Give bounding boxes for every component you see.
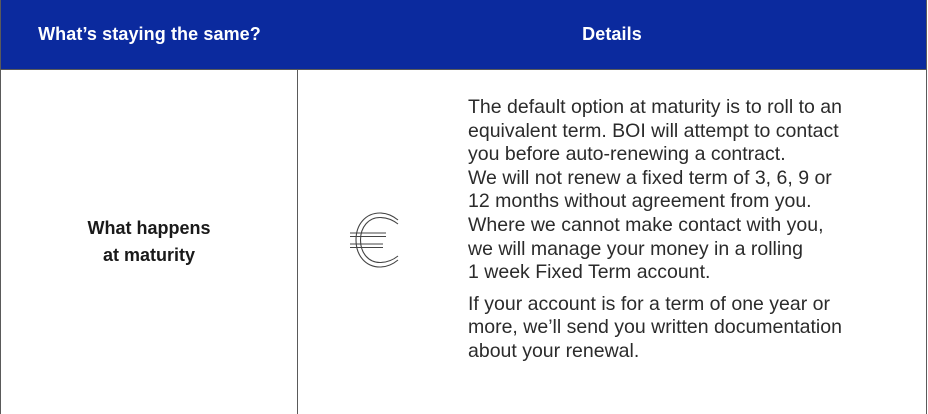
details-line: we will manage your money in a rolling [468, 237, 803, 260]
details-line: Where we cannot make contact with you, [468, 213, 824, 236]
details-line: you before auto-renewing a contract. [468, 143, 786, 166]
details-line: about your renewal. [468, 339, 640, 362]
details-cell: The default option at maturity is to rol… [298, 70, 926, 414]
header-what-staying-same: What’s staying the same? [38, 24, 261, 44]
table-header: What’s staying the same? Details [1, 0, 926, 69]
details-line: equivalent term. BOI will attempt to con… [468, 119, 839, 142]
table-row: What happens at maturity The default opt… [1, 69, 926, 414]
details-line: 12 months without agreement from you. [468, 190, 812, 213]
details-line: We will not renew a fixed term of 3, 6, … [468, 166, 832, 189]
details-line: If your account is for a term of one yea… [468, 292, 830, 315]
details-line: more, we’ll send you written documentati… [468, 316, 842, 339]
row-label-line: at maturity [102, 245, 195, 265]
details-line: The default option at maturity is to rol… [468, 96, 842, 118]
details-text: The default option at maturity is to rol… [468, 96, 918, 372]
comparison-table: What’s staying the same? Details What ha… [0, 0, 927, 414]
euro-icon [350, 212, 399, 268]
details-paragraph: The default option at maturity is to rol… [468, 96, 918, 285]
details-line: 1 week Fixed Term account. [468, 261, 711, 284]
header-details: Details [582, 24, 642, 44]
row-label: What happens at maturity [1, 70, 298, 414]
row-label-line: What happens [87, 218, 211, 238]
details-paragraph: If your account is for a term of one yea… [468, 293, 918, 364]
